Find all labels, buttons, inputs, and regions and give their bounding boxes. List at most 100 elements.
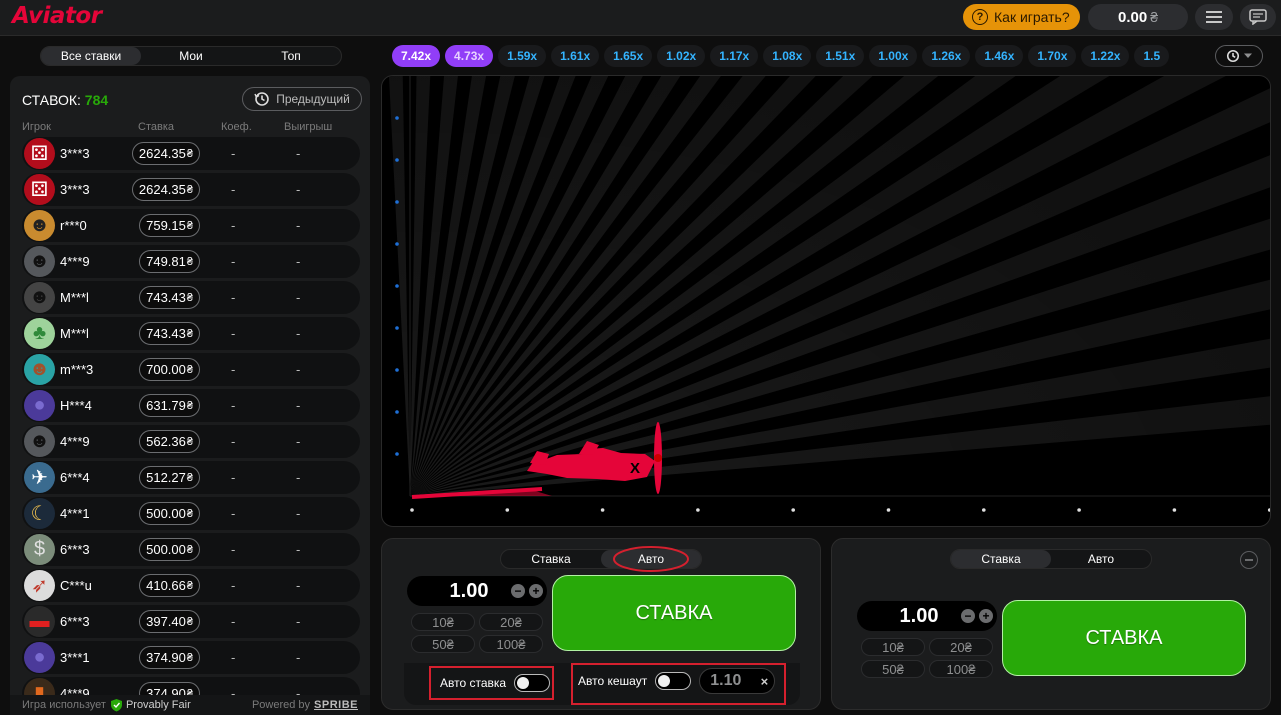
win-value: - [296,290,301,305]
col-player: Игрок [22,121,51,133]
multiplier-chip[interactable]: 1.51x [816,45,865,67]
menu-button[interactable] [1195,4,1233,30]
tab-my-bets[interactable]: Мои [141,47,241,65]
axis-dot [696,508,700,512]
red-car-avatar: ▬ [24,606,55,637]
axis-dot [505,508,510,512]
place-bet-button-1[interactable]: СТАВКА [552,575,796,651]
player-name: 4***1 [60,506,90,521]
bet-amount: 749.81 ₴ [139,250,200,273]
multiplier-chip[interactable]: 1.61x [551,45,600,67]
table-row: ☻ 4***9 749.81 ₴ - - [22,245,360,278]
how-to-play-button[interactable]: ? Как играть? [963,4,1080,30]
table-row: ⚄ 3***3 2624.35 ₴ - - [22,173,360,206]
quick-amount-50[interactable]: 50 ₴ [411,635,475,653]
previous-round-button[interactable]: Предыдущий [242,87,362,111]
remove-panel-button[interactable] [1240,551,1258,569]
balance-display: 0.00 ₴ [1088,4,1188,30]
coef-value: - [231,470,236,485]
bet-amount: 2624.35 ₴ [131,178,200,201]
win-value: - [296,578,301,593]
quick-amount-10[interactable]: 10 ₴ [861,638,925,656]
multiplier-chip[interactable]: 1.5 [1134,45,1170,67]
multiplier-chip[interactable]: 1.08x [763,45,812,67]
multiplier-chip[interactable]: 1.02x [657,45,706,67]
table-row: ✈ 6***4 512.27 ₴ - - [22,461,360,494]
bet-amount-2[interactable]: 1.00 − + [857,601,997,631]
auto-cashout-toggle[interactable] [655,672,692,690]
increase-icon[interactable]: + [979,609,993,623]
tab-bet-2[interactable]: Ставка [951,550,1051,568]
bet-panel-1: Ставка Авто 1.00 − + 10 ₴ 20 ₴ 50 ₴ 100 ₴ СТ… [381,538,821,710]
decrease-icon[interactable]: − [961,609,975,623]
win-value: - [296,326,301,341]
quick-amount-10[interactable]: 10 ₴ [411,613,475,631]
bet-amount: 700.00 ₴ [139,358,200,381]
col-coef: Коеф. [221,121,252,133]
player-name: 6***3 [60,542,90,557]
highlight-ellipse [613,546,689,572]
multiplier-chip[interactable]: 4.73x [445,45,494,67]
coef-value: - [231,542,236,557]
purple-person-avatar: ● [24,642,55,673]
multiplier-chip[interactable]: 1.26x [922,45,971,67]
tab-top[interactable]: Топ [241,47,341,65]
multiplier-chip[interactable]: 1.17x [710,45,759,67]
svg-text:X: X [630,460,640,477]
bet-amount-1[interactable]: 1.00 − + [407,576,547,606]
plane-avatar: ✈ [24,462,55,493]
provably-fair-link[interactable]: Provably Fair [110,698,191,712]
tab-auto-2[interactable]: Авто [1051,550,1151,568]
increase-icon[interactable]: + [529,584,543,598]
bet-amount: 500.00 ₴ [139,538,200,561]
quick-amount-50[interactable]: 50 ₴ [861,660,925,678]
spribe-logo[interactable]: SPRIBE [314,699,358,711]
chat-button[interactable] [1240,4,1276,30]
masked-avatar: ☻ [24,426,55,457]
table-row: ☻ M***l 743.43 ₴ - - [22,281,360,314]
powered-by-label: Powered by [251,699,311,711]
money-avatar: $ [24,534,55,565]
coef-value: - [231,182,236,197]
win-value: - [296,254,301,269]
aviator-logo[interactable]: Aviator [12,3,102,29]
decrease-icon[interactable]: − [511,584,525,598]
previous-round-label: Предыдущий [276,92,350,106]
auto-cashout-control: Авто кешаут 1.10 × [578,668,776,694]
player-name: 3***3 [60,182,90,197]
table-row: ➶ C***u 410.66 ₴ - - [22,569,360,602]
game-scene: X [382,76,1270,526]
clear-icon[interactable]: × [761,674,769,689]
table-row: ⚄ 3***3 2624.35 ₴ - - [22,137,360,170]
table-row: ☻ m***3 700.00 ₴ - - [22,353,360,386]
coef-value: - [231,434,236,449]
bets-tabs: Все ставки Мои Топ [40,46,342,66]
tab-all-bets[interactable]: Все ставки [41,47,141,65]
bets-count: СТАВОК: 784 [22,92,108,108]
coef-value: - [231,290,236,305]
multiplier-chip[interactable]: 1.00x [869,45,918,67]
quick-amount-20[interactable]: 20 ₴ [479,613,543,631]
history-dropdown-button[interactable] [1215,45,1263,67]
win-value: - [296,182,301,197]
multiplier-chip[interactable]: 1.22x [1081,45,1130,67]
quick-amount-100[interactable]: 100 ₴ [479,635,543,653]
multiplier-chip[interactable]: 1.46x [975,45,1024,67]
win-value: - [296,506,301,521]
tab-bet-1[interactable]: Ставка [501,550,601,568]
axis-dot [395,410,399,414]
multiplier-chip[interactable]: 1.59x [498,45,547,67]
multiplier-chip[interactable]: 1.70x [1028,45,1077,67]
multiplier-chip[interactable]: 7.42x [392,45,441,67]
game-canvas: X [381,75,1271,527]
rocket-avatar: ➶ [24,570,55,601]
win-value: - [296,398,301,413]
multiplier-chip[interactable]: 1.65x [604,45,653,67]
auto-cashout-input[interactable]: 1.10 × [699,668,776,694]
auto-bet-toggle[interactable] [514,674,551,692]
place-bet-button-2[interactable]: СТАВКА [1002,600,1246,676]
quick-amount-20[interactable]: 20 ₴ [929,638,993,656]
player-name: H***4 [60,398,92,413]
quick-amount-100[interactable]: 100 ₴ [929,660,993,678]
axis-dot [395,452,399,456]
